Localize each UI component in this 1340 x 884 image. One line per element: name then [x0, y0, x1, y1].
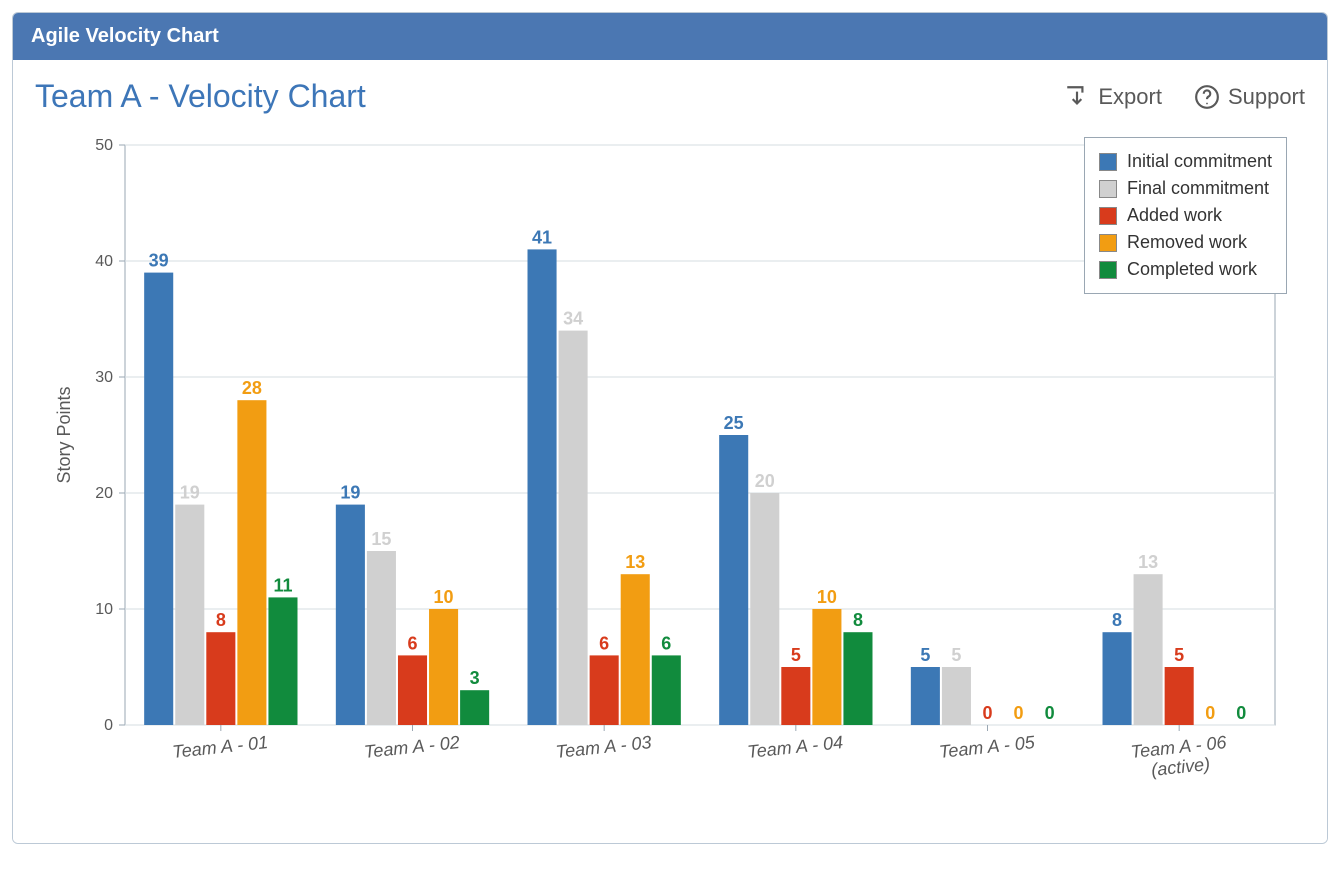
bar: [652, 655, 681, 725]
svg-text:30: 30: [95, 369, 113, 386]
bar-value-label: 20: [755, 471, 775, 491]
legend-swatch: [1099, 261, 1117, 279]
bar-value-label: 0: [1236, 703, 1246, 723]
bar-value-label: 0: [1045, 703, 1055, 723]
bar-value-label: 10: [434, 587, 454, 607]
support-label: Support: [1228, 84, 1305, 110]
category-label: Team A - 05: [938, 732, 1037, 762]
bar: [1103, 632, 1132, 725]
legend-label: Removed work: [1127, 232, 1247, 253]
legend-item[interactable]: Added work: [1099, 202, 1272, 229]
bar-value-label: 19: [180, 483, 200, 503]
legend-label: Initial commitment: [1127, 151, 1272, 172]
category-label: Team A - 01: [171, 732, 269, 762]
bar: [1134, 574, 1163, 725]
bar-value-label: 15: [371, 529, 391, 549]
bar: [1165, 667, 1194, 725]
bar-value-label: 0: [982, 703, 992, 723]
chart-area: 01020304050Story Points391982811Team A -…: [35, 125, 1295, 815]
bar-value-label: 25: [724, 413, 744, 433]
export-button[interactable]: Export: [1064, 84, 1162, 110]
bar-value-label: 34: [563, 309, 583, 329]
category-label: Team A - 04: [746, 732, 844, 762]
bar: [268, 597, 297, 725]
bar-value-label: 5: [791, 645, 801, 665]
bar: [559, 331, 588, 725]
bar: [843, 632, 872, 725]
bar-value-label: 19: [340, 483, 360, 503]
bar-value-label: 13: [625, 552, 645, 572]
help-icon: [1194, 84, 1220, 110]
legend-label: Added work: [1127, 205, 1222, 226]
export-label: Export: [1098, 84, 1162, 110]
bar-value-label: 5: [951, 645, 961, 665]
bar-value-label: 8: [216, 610, 226, 630]
bar-value-label: 3: [470, 668, 480, 688]
svg-text:10: 10: [95, 601, 113, 618]
panel-title: Agile Velocity Chart: [31, 25, 219, 47]
bar: [144, 273, 173, 725]
bar-value-label: 6: [407, 633, 417, 653]
chart-title: Team A - Velocity Chart: [35, 78, 366, 115]
bar: [460, 690, 489, 725]
bar-value-label: 0: [1205, 703, 1215, 723]
legend-item[interactable]: Final commitment: [1099, 175, 1272, 202]
bar: [336, 505, 365, 725]
bar-value-label: 6: [661, 633, 671, 653]
svg-text:40: 40: [95, 253, 113, 270]
velocity-panel: Agile Velocity Chart Team A - Velocity C…: [12, 12, 1328, 844]
panel-header: Agile Velocity Chart: [13, 13, 1327, 60]
bar: [621, 574, 650, 725]
legend-swatch: [1099, 180, 1117, 198]
svg-text:0: 0: [104, 717, 113, 734]
panel-body: Team A - Velocity Chart Export Support: [13, 60, 1327, 843]
bar-value-label: 6: [599, 633, 609, 653]
bar-value-label: 0: [1014, 703, 1024, 723]
legend-label: Final commitment: [1127, 178, 1269, 199]
bar: [590, 655, 619, 725]
bar: [175, 505, 204, 725]
category-label: Team A - 06(active): [1130, 732, 1231, 782]
svg-text:20: 20: [95, 485, 113, 502]
legend-item[interactable]: Removed work: [1099, 229, 1272, 256]
export-icon: [1064, 84, 1090, 110]
bar: [206, 632, 235, 725]
legend-swatch: [1099, 207, 1117, 225]
legend-item[interactable]: Initial commitment: [1099, 148, 1272, 175]
category-label: Team A - 02: [363, 732, 461, 762]
bar: [528, 249, 557, 725]
action-bar: Export Support: [1064, 84, 1305, 110]
bar: [942, 667, 971, 725]
bar-value-label: 41: [532, 227, 552, 247]
bar-value-label: 13: [1138, 552, 1158, 572]
bar-value-label: 39: [149, 251, 169, 271]
bar: [812, 609, 841, 725]
bar-value-label: 10: [817, 587, 837, 607]
bar: [911, 667, 940, 725]
legend: Initial commitment Final commitment Added …: [1084, 137, 1287, 294]
bar-value-label: 28: [242, 378, 262, 398]
bar: [719, 435, 748, 725]
legend-item[interactable]: Completed work: [1099, 256, 1272, 283]
bar: [237, 400, 266, 725]
title-row: Team A - Velocity Chart Export Support: [35, 78, 1305, 115]
svg-text:Story Points: Story Points: [54, 386, 74, 483]
legend-swatch: [1099, 153, 1117, 171]
svg-text:50: 50: [95, 137, 113, 154]
support-button[interactable]: Support: [1194, 84, 1305, 110]
bar-value-label: 11: [273, 575, 292, 595]
bar: [398, 655, 427, 725]
bar: [781, 667, 810, 725]
bar-value-label: 8: [1112, 610, 1122, 630]
legend-swatch: [1099, 234, 1117, 252]
bar-value-label: 5: [1174, 645, 1184, 665]
bar: [429, 609, 458, 725]
legend-label: Completed work: [1127, 259, 1257, 280]
bar: [750, 493, 779, 725]
bar-value-label: 5: [920, 645, 930, 665]
category-label: Team A - 03: [555, 732, 653, 762]
bar-value-label: 8: [853, 610, 863, 630]
bar: [367, 551, 396, 725]
